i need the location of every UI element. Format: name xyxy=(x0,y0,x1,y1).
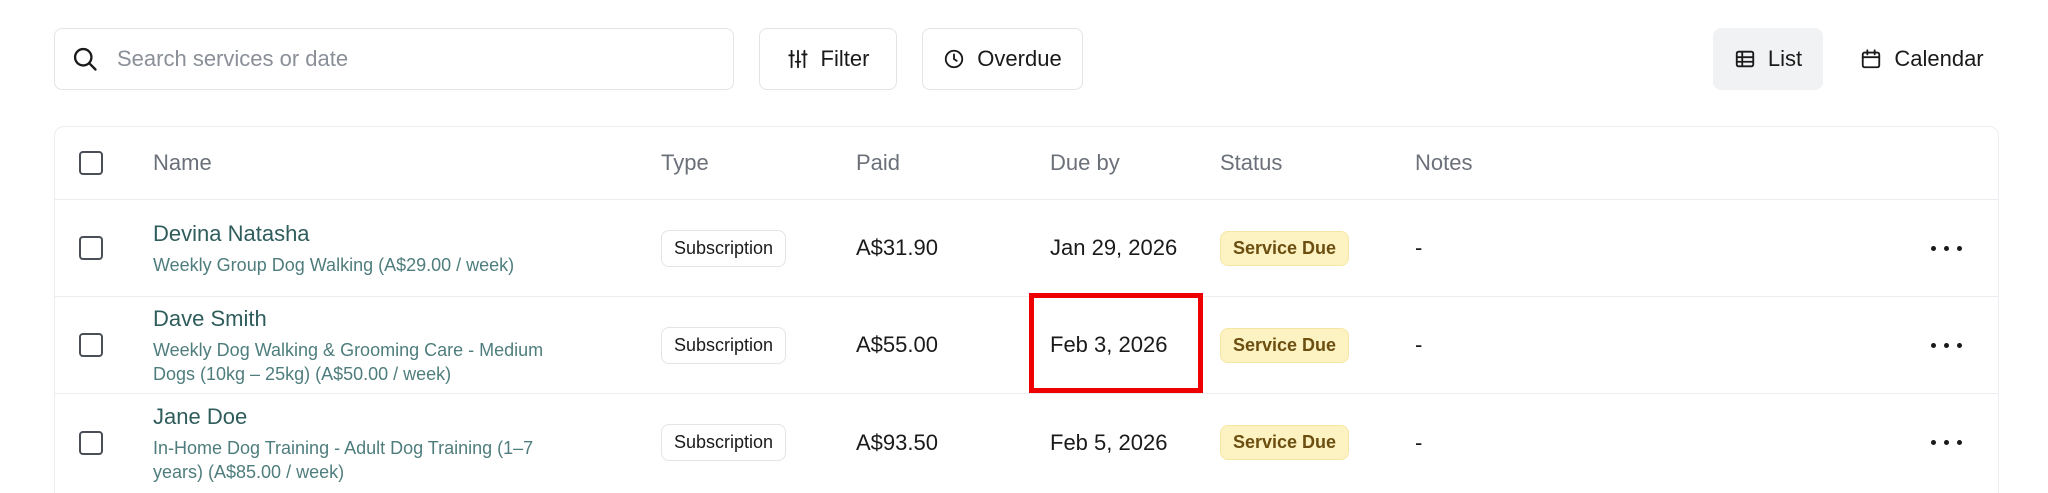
row-checkbox[interactable] xyxy=(79,200,105,296)
notes-value: - xyxy=(1415,429,1423,455)
column-header-type[interactable]: Type xyxy=(661,127,709,199)
client-name[interactable]: Devina Natasha xyxy=(153,219,310,249)
service-description: Weekly Dog Walking & Grooming Care - Med… xyxy=(153,340,544,384)
due-date: Feb 5, 2026 xyxy=(1050,429,1168,455)
more-icon xyxy=(1931,245,1962,251)
paid-amount: A$31.90 xyxy=(856,235,938,260)
list-view-button[interactable]: List xyxy=(1713,28,1823,90)
list-label: List xyxy=(1767,46,1803,71)
column-header-due-by[interactable]: Due by xyxy=(1050,127,1120,199)
overdue-button[interactable]: Overdue xyxy=(922,28,1083,90)
status-cell: Service Due xyxy=(1220,394,1350,491)
type-cell: Subscription xyxy=(661,297,787,393)
row-checkbox[interactable] xyxy=(79,394,105,491)
search-input[interactable] xyxy=(117,46,677,72)
name-cell: Jane Doe In-Home Dog Training - Adult Do… xyxy=(153,394,583,491)
filter-icon xyxy=(787,49,808,69)
column-header-name[interactable]: Name xyxy=(153,127,212,199)
due-date: Jan 29, 2026 xyxy=(1050,235,1178,260)
type-cell: Subscription xyxy=(661,394,787,491)
status-badge: Service Due xyxy=(1220,327,1350,363)
calendar-label: Calendar xyxy=(1894,46,1984,71)
list-icon xyxy=(1735,50,1755,68)
search-box[interactable] xyxy=(54,28,734,90)
overdue-label: Overdue xyxy=(977,46,1062,71)
more-icon xyxy=(1931,440,1962,445)
highlight-box xyxy=(1029,293,1203,393)
table-row[interactable]: Dave Smith Weekly Dog Walking & Grooming… xyxy=(55,297,1998,394)
column-header-status[interactable]: Status xyxy=(1220,127,1282,199)
search-icon xyxy=(73,47,97,71)
status-cell: Service Due xyxy=(1220,200,1350,296)
type-cell: Subscription xyxy=(661,200,787,296)
paid-amount: A$55.00 xyxy=(856,332,938,357)
calendar-icon xyxy=(1862,49,1881,69)
filter-button[interactable]: Filter xyxy=(759,28,897,90)
more-actions-button[interactable] xyxy=(1931,297,1962,393)
paid-amount: A$93.50 xyxy=(856,429,938,455)
type-badge: Subscription xyxy=(661,424,787,461)
services-table: Name Type Paid Due by Status Notes Devin… xyxy=(54,126,1999,493)
client-name[interactable]: Dave Smith xyxy=(153,304,267,334)
table-header: Name Type Paid Due by Status Notes xyxy=(55,127,1998,200)
column-header-notes[interactable]: Notes xyxy=(1415,127,1472,199)
type-badge: Subscription xyxy=(661,229,787,267)
select-all-checkbox[interactable] xyxy=(79,127,105,199)
clock-icon xyxy=(945,49,964,69)
client-name[interactable]: Jane Doe xyxy=(153,402,247,432)
name-cell: Devina Natasha Weekly Group Dog Walking … xyxy=(153,200,583,296)
service-description: In-Home Dog Training - Adult Dog Trainin… xyxy=(153,437,534,482)
more-actions-button[interactable] xyxy=(1931,200,1962,296)
notes-value: - xyxy=(1415,332,1423,357)
notes-value: - xyxy=(1415,235,1423,260)
calendar-view-button[interactable]: Calendar xyxy=(1852,28,1992,90)
status-cell: Service Due xyxy=(1220,297,1350,393)
table-row[interactable]: Devina Natasha Weekly Group Dog Walking … xyxy=(55,200,1998,297)
row-checkbox[interactable] xyxy=(79,297,105,393)
type-badge: Subscription xyxy=(661,326,787,364)
filter-label: Filter xyxy=(820,46,870,71)
more-icon xyxy=(1931,342,1962,348)
column-header-paid[interactable]: Paid xyxy=(856,127,900,199)
more-actions-button[interactable] xyxy=(1931,394,1962,491)
status-badge: Service Due xyxy=(1220,425,1350,460)
name-cell: Dave Smith Weekly Dog Walking & Grooming… xyxy=(153,297,583,393)
table-row[interactable]: Jane Doe In-Home Dog Training - Adult Do… xyxy=(55,394,1998,491)
service-description: Weekly Group Dog Walking (A$29.00 / week… xyxy=(153,255,515,275)
status-badge: Service Due xyxy=(1220,230,1350,266)
